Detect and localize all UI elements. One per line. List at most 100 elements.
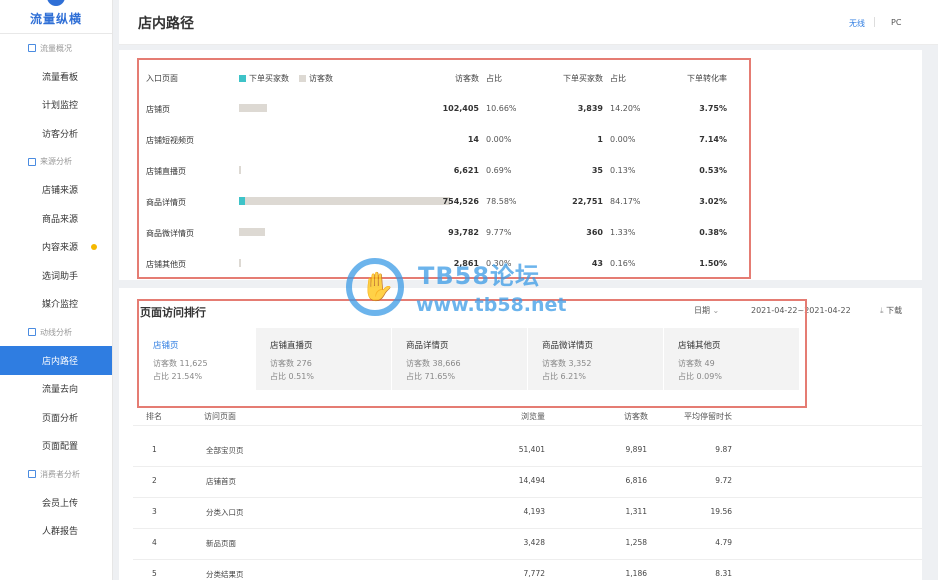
entry-visitors: 14 — [467, 135, 479, 144]
entry-bar — [239, 259, 241, 267]
sidebar-item-traffic-destination[interactable]: 流量去向 — [0, 375, 112, 404]
col-rank: 排名 — [146, 412, 162, 421]
sidebar-item-media-monitor[interactable]: 媒介监控 — [0, 290, 112, 319]
ranking-card[interactable]: 店铺页 访客数 11,625 占比 21.54% — [139, 328, 256, 390]
entry-buyers: 3,839 — [577, 104, 603, 113]
entry-buyers: 22,751 — [572, 197, 603, 206]
entry-bar-visitors — [245, 197, 451, 205]
entry-path-panel — [119, 50, 922, 280]
entry-conversion: 1.50% — [699, 259, 727, 268]
sidebar-item-crowd-report[interactable]: 人群报告 — [0, 517, 112, 546]
entry-conversion: 3.75% — [699, 104, 727, 113]
rank-uv: 1,258 — [625, 538, 647, 547]
rank-uv: 6,816 — [625, 476, 647, 485]
rank-page-name[interactable]: 店铺首页 — [206, 476, 236, 487]
chart-icon — [28, 44, 36, 52]
ranking-card[interactable]: 店铺其他页 访客数 49 占比 0.09% — [664, 328, 799, 390]
entry-share: 78.58% — [486, 197, 517, 206]
legend-buyers: 下单买家数 — [239, 73, 289, 84]
row-divider — [133, 497, 922, 498]
entry-bar-visitors — [239, 104, 267, 112]
chart-icon — [28, 157, 36, 166]
col-conversion: 下单转化率 — [687, 74, 727, 83]
entry-buyers: 35 — [591, 166, 603, 175]
entry-buyer-share: 0.00% — [610, 135, 636, 144]
entry-buyer-share: 0.16% — [610, 259, 636, 268]
entry-page-name: 店铺短视频页 — [146, 136, 194, 145]
col-stay: 平均停留时长 — [684, 412, 732, 421]
entry-visitors: 102,405 — [442, 104, 479, 113]
row-divider — [133, 466, 922, 467]
sidebar-group-consumer: 消费者分析 — [0, 460, 112, 488]
chart-icon — [28, 328, 36, 336]
rank-uv: 9,891 — [625, 445, 647, 454]
col-pv: 浏览量 — [521, 412, 545, 421]
card-page-name: 店铺直播页 — [270, 341, 313, 351]
entry-visitors: 6,621 — [453, 166, 479, 175]
rank-page-name[interactable]: 分类入口页 — [206, 507, 244, 518]
sidebar-item-page-analysis[interactable]: 页面分析 — [0, 403, 112, 432]
col-entry-page: 入口页面 — [146, 74, 178, 83]
sidebar-item-content-source[interactable]: 内容来源 — [0, 233, 112, 262]
entry-page-name: 商品详情页 — [146, 198, 186, 207]
legend-buyers-swatch — [239, 75, 246, 82]
rank-pv: 3,428 — [523, 538, 545, 547]
sidebar-item-shop-source[interactable]: 店铺来源 — [0, 176, 112, 205]
sidebar-item-traffic-board[interactable]: 流量看板 — [0, 62, 112, 91]
rank-stay: 9.87 — [715, 445, 732, 454]
entry-bar-visitors — [239, 259, 241, 267]
entry-buyer-share: 14.20% — [610, 104, 641, 113]
rank-page-name[interactable]: 新品页面 — [206, 538, 236, 549]
sidebar-item-keyword-helper[interactable]: 选词助手 — [0, 261, 112, 290]
ranking-card[interactable]: 店铺直播页 访客数 276 占比 0.51% — [256, 328, 391, 390]
date-dropdown[interactable]: 日期 ⌄ — [694, 305, 719, 316]
entry-conversion: 3.02% — [699, 197, 727, 206]
entry-share: 0.69% — [486, 166, 512, 175]
brand: 流量纵横 — [0, 0, 112, 34]
tab-pc[interactable]: PC — [891, 18, 901, 27]
col-share: 占比 — [486, 74, 502, 83]
sidebar-item-page-config[interactable]: 页面配置 — [0, 432, 112, 461]
card-share: 占比 21.54% — [153, 372, 203, 381]
sidebar-group-source: 来源分析 — [0, 148, 112, 176]
sidebar-item-shop-path[interactable]: 店内路径 — [0, 346, 112, 375]
tab-wireless[interactable]: 无线 — [849, 18, 865, 29]
entry-page-name: 店铺页 — [146, 105, 170, 114]
rank-pv: 4,193 — [523, 507, 545, 516]
sidebar-group-overview: 流量概况 — [0, 34, 112, 62]
ranking-title: 页面访问排行 — [140, 306, 206, 319]
rank-page-name[interactable]: 全部宝贝页 — [206, 445, 244, 456]
rank-number: 1 — [152, 445, 157, 454]
entry-bar — [239, 104, 267, 112]
col-page: 访问页面 — [204, 412, 236, 421]
tab-divider — [874, 17, 875, 27]
entry-share: 9.77% — [486, 228, 512, 237]
rank-pv: 14,494 — [518, 476, 545, 485]
card-share: 占比 71.65% — [406, 372, 456, 381]
date-range-value: 2021-04-22~2021-04-22 — [751, 306, 851, 315]
sidebar-item-visitor-analysis[interactable]: 访客分析 — [0, 119, 112, 148]
card-visitors: 访客数 11,625 — [153, 359, 208, 368]
ranking-card[interactable]: 商品详情页访客数 38,666 占比 71.65% — [392, 328, 527, 390]
card-visitors: 访客数 38,666 — [406, 359, 461, 368]
sidebar-item-product-source[interactable]: 商品来源 — [0, 204, 112, 233]
card-page-name: 商品详情页 — [406, 341, 449, 351]
sidebar-item-member-upload[interactable]: 会员上传 — [0, 488, 112, 517]
entry-buyers: 360 — [586, 228, 603, 237]
legend-visitors: 访客数 — [299, 73, 333, 84]
entry-page-name: 店铺直播页 — [146, 167, 186, 176]
brand-logo-icon — [47, 0, 65, 6]
entry-page-name: 商品微详情页 — [146, 229, 194, 238]
rank-stay: 19.56 — [710, 507, 732, 516]
rank-stay: 8.31 — [715, 569, 732, 578]
notification-dot — [91, 243, 97, 250]
rank-pv: 51,401 — [518, 445, 545, 454]
entry-conversion: 0.53% — [699, 166, 727, 175]
rank-pv: 7,772 — [523, 569, 545, 578]
ranking-card[interactable]: 商品微详情页 访客数 3,352 占比 6.21% — [528, 328, 663, 390]
col-buyer-share: 占比 — [610, 74, 626, 83]
rank-page-name[interactable]: 分类结果页 — [206, 569, 244, 580]
download-button[interactable]: ⤓ 下载 — [880, 305, 902, 316]
card-page-name: 店铺其他页 — [678, 341, 721, 351]
sidebar-item-plan-monitor[interactable]: 计划监控 — [0, 91, 112, 120]
